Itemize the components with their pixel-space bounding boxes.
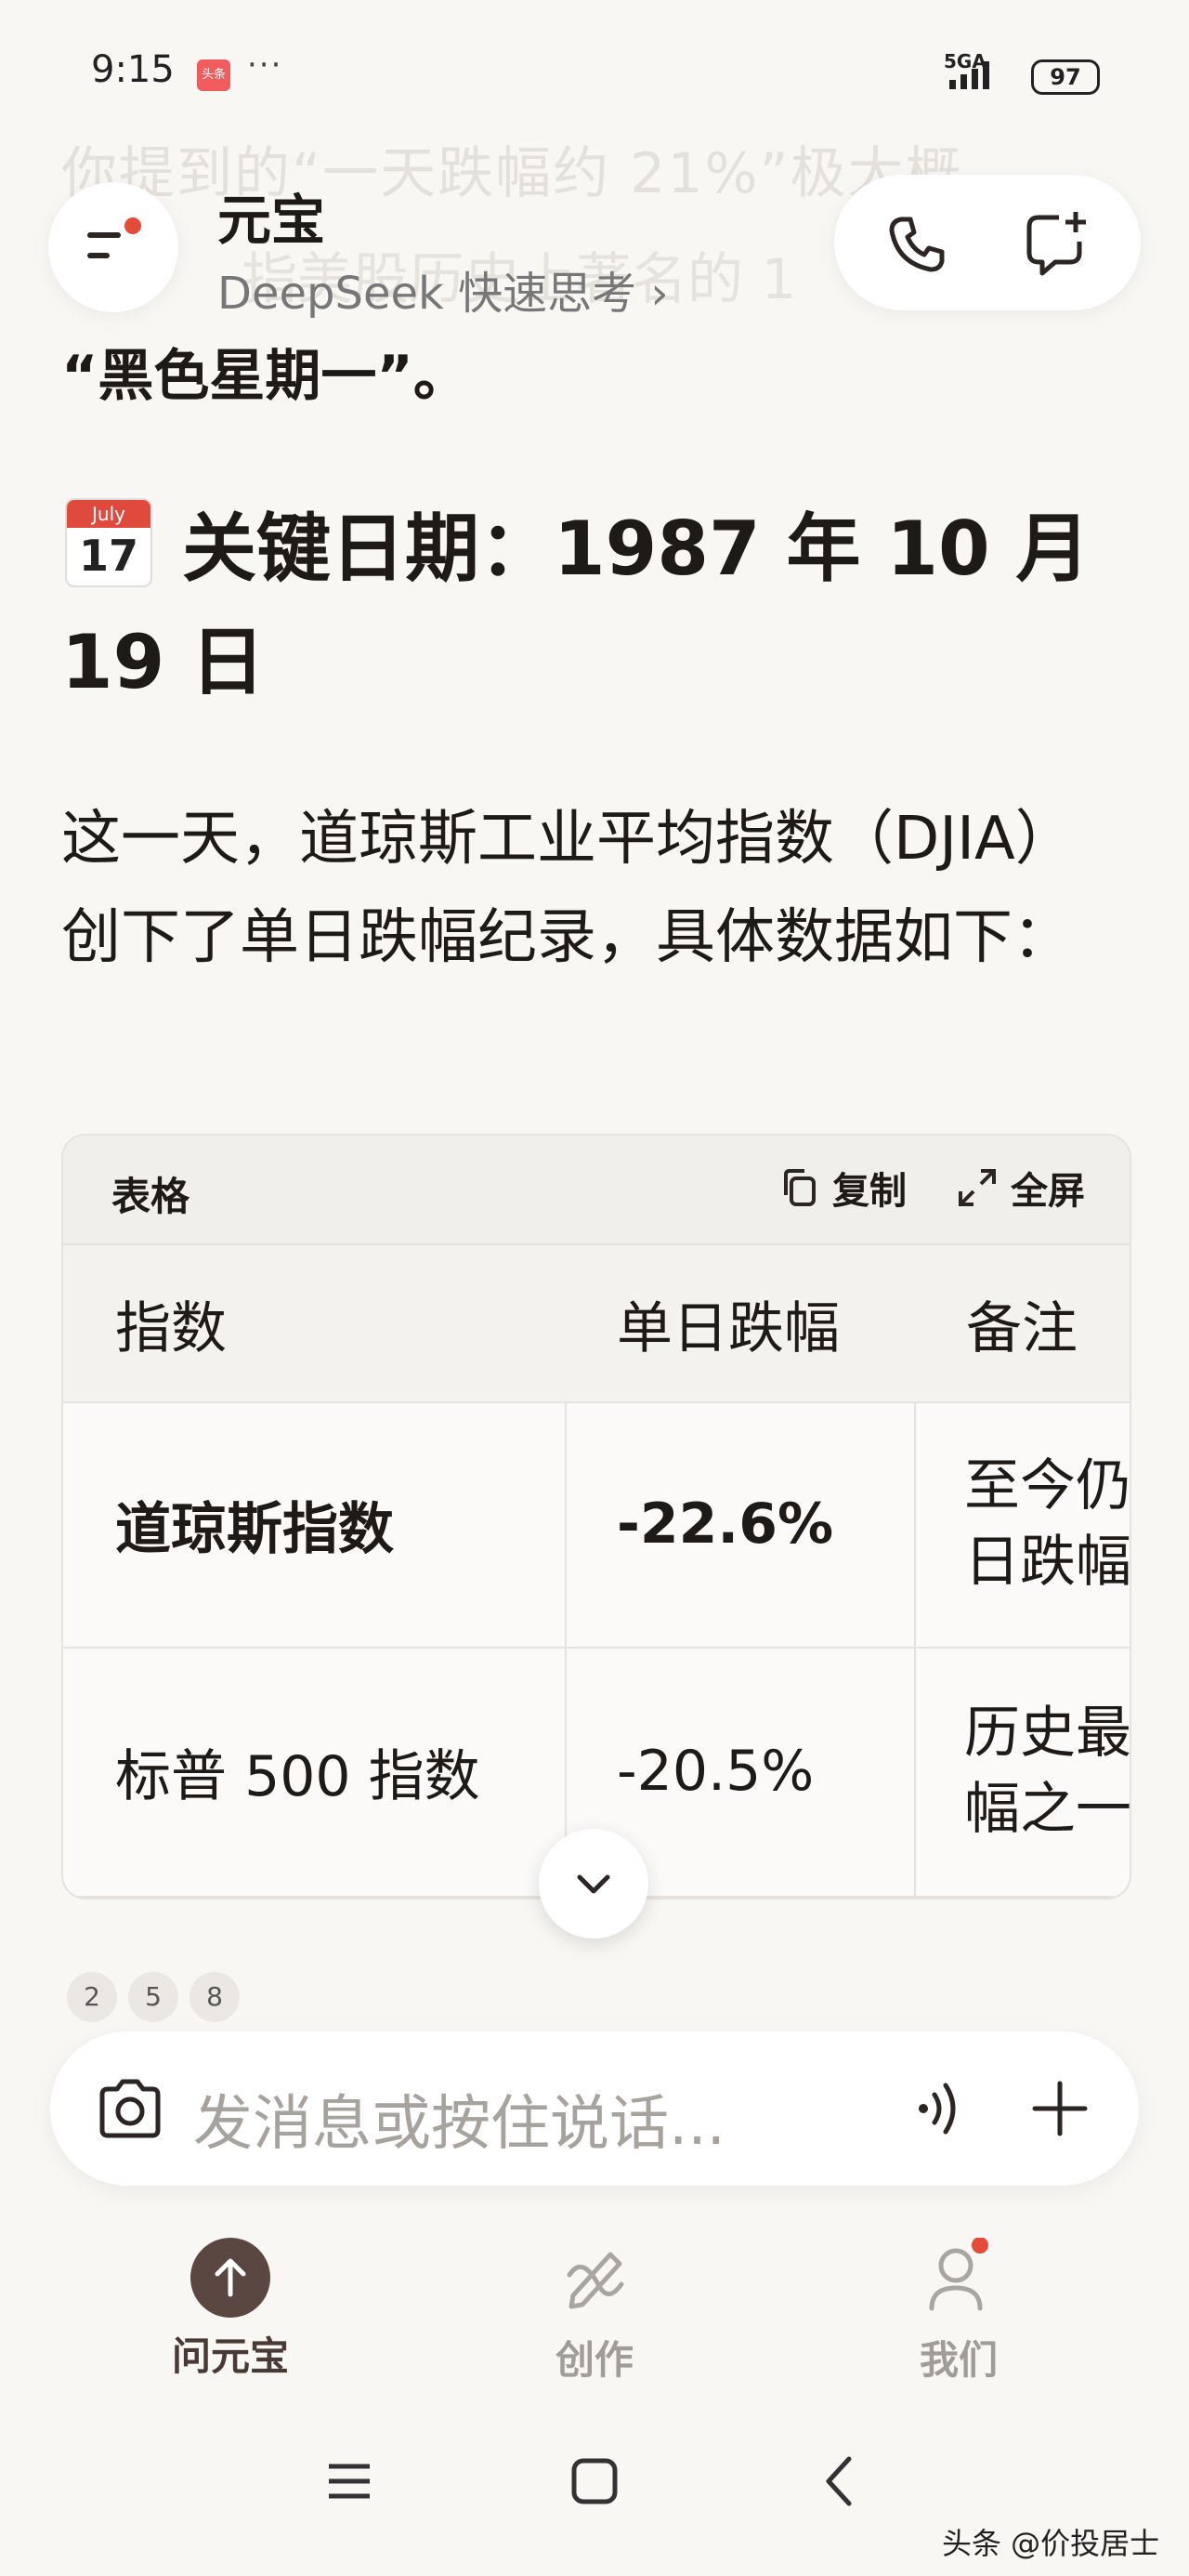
toutiao-notification-icon: 头条 — [197, 59, 230, 91]
table-cell: 历史最 幅之一 — [914, 1647, 1131, 1898]
nav-ask-label: 问元宝 — [171, 2333, 289, 2379]
new-chat-icon[interactable] — [1022, 208, 1092, 279]
nav-create-label: 创作 — [555, 2337, 634, 2383]
recent-apps-icon[interactable] — [321, 2453, 377, 2509]
scroll-down-button[interactable] — [539, 1829, 648, 1939]
chevron-down-icon — [577, 1874, 610, 1894]
person-icon — [929, 2237, 988, 2311]
note-line: 历史最 — [964, 1701, 1131, 1766]
column-header: 单日跌幅 — [565, 1245, 916, 1403]
reference-badge[interactable]: 8 — [189, 1972, 240, 2022]
note-line: 日跌幅 — [964, 1530, 1131, 1595]
watermark: 头条 @价投居士 — [942, 2526, 1160, 2561]
scrolled-text-line: 你提到的“一天跌幅约 21%”极大概 — [61, 141, 963, 206]
column-header: 备注 — [914, 1245, 1130, 1403]
data-table: 表格 复制 全屏 指数 单日跌幅 备注 道琼斯指数 -22.6% 至今仍 日跌幅… — [61, 1134, 1131, 1899]
note-line: 幅之一 — [964, 1777, 1131, 1842]
reference-list: 2 5 8 — [67, 1972, 240, 2022]
notification-dot — [124, 217, 141, 234]
table-cell: -22.6% — [565, 1401, 916, 1649]
section-heading: 关键日期：1987 年 10 月 19 日 — [61, 506, 1091, 705]
battery-indicator: 97 — [1031, 59, 1100, 95]
copy-button[interactable]: 复制 — [778, 1162, 907, 1214]
fullscreen-label: 全屏 — [1011, 1170, 1085, 1213]
message-input[interactable]: 发消息或按住说话... — [193, 2076, 725, 2162]
note-line: 至今仍 — [964, 1453, 1131, 1518]
nav-us-label: 我们 — [919, 2337, 998, 2383]
answer-text: “黑色星期一”。 — [61, 344, 469, 409]
table-cell: 道琼斯指数 — [63, 1401, 567, 1649]
calendar-icon: July 17 — [65, 498, 152, 587]
table-toolbar: 表格 复制 全屏 — [63, 1136, 1130, 1245]
create-icon — [567, 2252, 624, 2309]
ask-icon — [190, 2238, 270, 2318]
nav-us[interactable]: 我们 — [866, 2237, 1052, 2385]
more-notifications-icon: ··· — [247, 46, 283, 84]
status-time: 9:15 — [91, 48, 175, 91]
calendar-month: July — [67, 500, 150, 528]
column-header: 指数 — [63, 1245, 567, 1403]
header-actions — [834, 175, 1141, 310]
page-title: 元宝 — [217, 189, 326, 252]
signal-icon — [949, 61, 989, 89]
reference-badge[interactable]: 5 — [128, 1972, 178, 2022]
answer-paragraph: 这一天，道琼斯工业平均指数（DJIA）创下了单日跌幅纪录，具体数据如下： — [61, 805, 1075, 972]
nav-create[interactable]: 创作 — [502, 2238, 687, 2385]
nav-ask[interactable]: 问元宝 — [137, 2238, 323, 2382]
expand-icon — [959, 1169, 996, 1206]
menu-icon-line — [87, 253, 110, 258]
model-selector[interactable]: DeepSeek 快速思考 › — [217, 256, 669, 322]
table-label: 表格 — [111, 1174, 190, 1219]
plus-icon[interactable] — [1029, 2078, 1091, 2139]
copy-label: 复制 — [832, 1170, 907, 1213]
message-composer: 发消息或按住说话... — [50, 2031, 1139, 2186]
reference-badge[interactable]: 2 — [67, 1972, 117, 2022]
voice-icon[interactable] — [912, 2078, 964, 2139]
menu-icon — [87, 232, 121, 238]
back-icon[interactable] — [814, 2453, 869, 2509]
menu-button[interactable] — [48, 182, 178, 312]
table-cell: 至今仍 日跌幅 — [914, 1401, 1131, 1649]
camera-icon[interactable] — [95, 2078, 165, 2139]
phone-icon[interactable] — [884, 212, 949, 277]
fullscreen-button[interactable]: 全屏 — [957, 1162, 1085, 1214]
calendar-day: 17 — [78, 531, 138, 581]
network-indicator: 5GA — [944, 50, 989, 89]
home-icon[interactable] — [567, 2453, 622, 2509]
copy-icon — [784, 1169, 816, 1206]
table-cell: 标普 500 指数 — [63, 1647, 567, 1898]
